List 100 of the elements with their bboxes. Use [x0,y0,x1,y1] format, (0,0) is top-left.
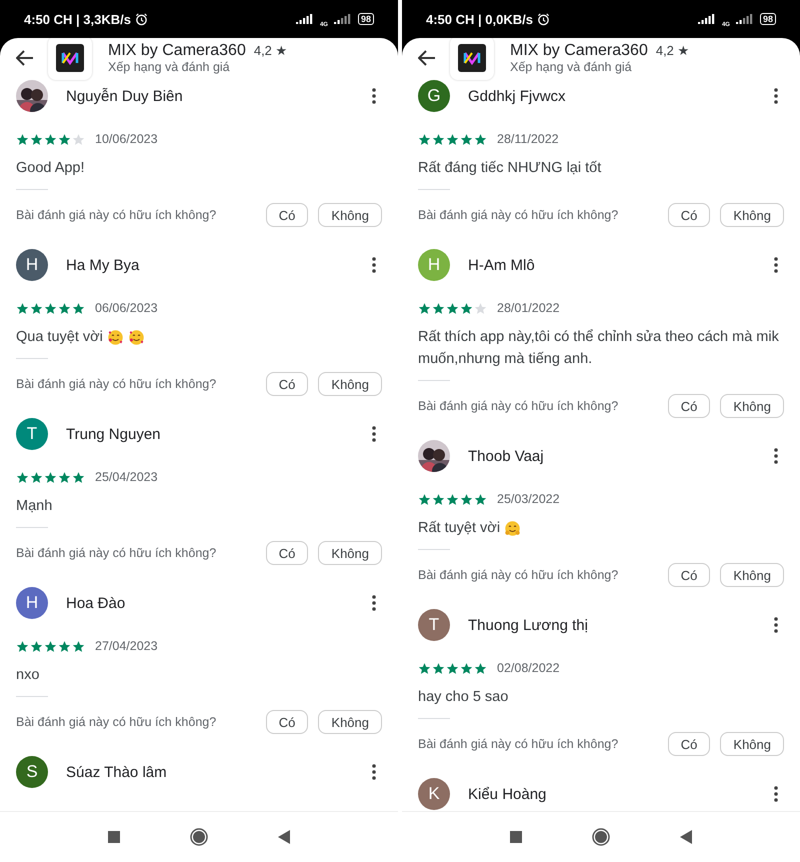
more-options-icon[interactable] [372,257,376,273]
star-icon [72,132,85,146]
helpful-question: Bài đánh giá này có hữu ích không? [16,715,218,729]
star-icon [418,492,431,506]
yes-button[interactable]: Có [668,732,710,756]
star-icon [432,492,445,506]
more-options-icon[interactable] [774,88,778,104]
app-title: MIX by Camera360 [108,42,246,60]
page-subtitle: Xếp hạng và đánh giá [108,60,231,74]
helpful-question: Bài đánh giá này có hữu ích không? [418,568,620,582]
star-icon [30,640,43,652]
more-options-icon[interactable] [774,786,778,802]
star-icon [474,492,487,506]
more-options-icon[interactable] [774,448,778,464]
review-text: hay cho 5 sao [418,688,508,707]
star-icon [30,470,43,484]
review-text: Rất tuyệt vời [418,519,500,538]
reviewer-name: Súaz Thào lâm [66,764,168,780]
more-options-icon[interactable] [774,617,778,633]
review-date: 02/08/2022 [497,661,560,675]
battery-level: 98 [760,13,776,25]
no-button[interactable]: Không [720,732,784,756]
home-icon[interactable] [190,828,208,846]
star-icon [72,640,85,652]
reviewer-name: Trung Nguyen [66,426,162,442]
no-button[interactable]: Không [318,710,382,734]
avatar: K [418,778,450,810]
page-subtitle: Xếp hạng và đánh giá [510,60,633,74]
star-icon [432,662,445,674]
no-button[interactable]: Không [720,203,784,227]
avatar: T [16,418,48,450]
star-icon [16,470,29,484]
review-date: 10/06/2023 [95,132,158,146]
more-options-icon[interactable] [372,88,376,104]
reviewer-name: Hoa Đào [66,594,126,612]
more-options-icon[interactable] [372,764,376,780]
star-icon [418,302,431,314]
review-date: 27/04/2023 [95,639,158,653]
yes-button[interactable]: Có [668,563,710,587]
star-icon [474,302,487,314]
avatar: H [16,587,48,619]
star-icon [432,302,445,314]
no-button[interactable]: Không [318,203,382,227]
back-icon[interactable] [16,50,34,66]
back-nav-icon[interactable] [680,830,692,844]
star-icon [432,132,445,146]
more-options-icon[interactable] [372,595,376,611]
review-date: 06/06/2023 [95,301,158,315]
review-text: Mạnh [16,497,52,516]
app-rating: 4,2 ★ [656,43,690,58]
app-title: MIX by Camera360 [510,42,648,60]
app-rating: 4,2 ★ [254,43,288,58]
yes-button[interactable]: Có [266,203,308,227]
yes-button[interactable]: Có [266,541,308,565]
star-icon [58,302,71,314]
star-icon [460,302,473,314]
back-nav-icon[interactable] [278,830,290,844]
helpful-question: Bài đánh giá này có hữu ích không? [16,377,218,391]
status-text: 4:50 CH | 3,3KB/s [24,12,131,26]
star-icon [418,662,431,674]
no-button[interactable]: Không [318,541,382,565]
yes-button[interactable]: Có [266,710,308,734]
no-button[interactable]: Không [720,563,784,587]
review-text: Good App! [16,159,85,178]
home-icon[interactable] [592,828,610,846]
star-icon [44,640,57,652]
no-button[interactable]: Không [318,372,382,396]
star-icon [30,302,43,314]
helpful-question: Bài đánh giá này có hữu ích không? [418,399,620,413]
review-date: 25/03/2022 [497,492,560,506]
more-options-icon[interactable] [774,257,778,273]
star-icon [474,132,487,146]
helpful-question: Bài đánh giá này có hữu ích không? [16,546,218,560]
signal-icon [334,14,352,24]
more-options-icon[interactable] [372,426,376,442]
no-button[interactable]: Không [720,394,784,418]
yes-button[interactable]: Có [668,394,710,418]
review-date: 25/04/2023 [95,470,158,484]
review-text: Qua tuyệt vời [16,328,103,347]
yes-button[interactable]: Có [668,203,710,227]
star-icon [16,132,29,146]
reviewer-name: Ha My Bya [66,256,140,274]
status-text: 4:50 CH | 0,0KB/s [426,12,533,26]
reviewer-name: H-Am Mlô [468,256,536,274]
reviewer-name: Nguyễn Duy Biên [66,88,184,104]
alarm-icon [536,12,550,26]
star-icon [44,302,57,314]
star-icon [72,302,85,314]
avatar: T [418,609,450,641]
yes-button[interactable]: Có [266,372,308,396]
signal-icon [698,14,716,24]
star-icon [58,132,71,146]
avatar: H [418,249,450,281]
back-icon[interactable] [418,50,436,66]
emoji-icon [106,328,124,346]
reviewer-name: Thoob Vaaj [468,448,545,464]
star-icon [460,132,473,146]
star-icon [460,662,473,674]
reviewer-name: Thuong Lương thị [468,616,589,634]
star-icon [16,302,29,314]
